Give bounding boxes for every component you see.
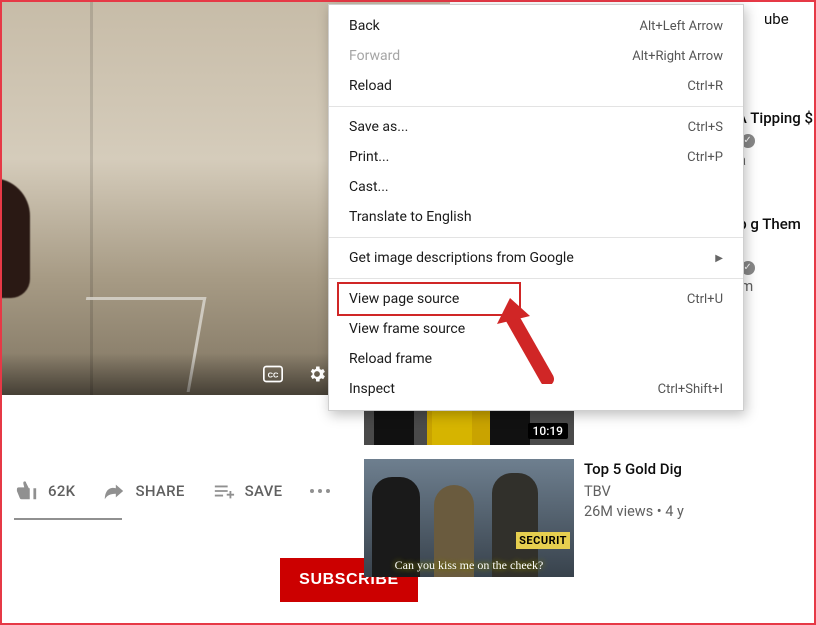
context-menu-label: Reload frame	[349, 351, 432, 367]
dislike-button[interactable]: 62K	[16, 480, 75, 502]
context-menu-label: Translate to English	[349, 209, 472, 225]
context-menu-label: View page source	[349, 291, 459, 307]
video-duration: 10:19	[528, 423, 568, 439]
context-menu-label: Print...	[349, 149, 389, 165]
context-menu-shortcut: Alt+Right Arrow	[632, 49, 723, 64]
security-tag: SECURIT	[516, 532, 570, 549]
context-menu-shortcut: Ctrl+S	[688, 120, 723, 135]
context-menu-shortcut: Ctrl+P	[687, 150, 723, 165]
save-button[interactable]: SAVE	[213, 480, 283, 502]
share-label: SHARE	[135, 482, 184, 500]
recommendation-stats: 26M views • 4 y	[584, 502, 814, 522]
context-menu-shortcut: Ctrl+R	[687, 79, 723, 94]
context-menu-item[interactable]: Cast...	[329, 172, 743, 202]
recommendation-channel: TBV	[584, 482, 611, 502]
engagement-underline	[14, 518, 122, 520]
context-menu-label: Cast...	[349, 179, 389, 195]
context-menu-item[interactable]: Reload Ctrl+R	[329, 71, 743, 101]
context-menu-label: Forward	[349, 48, 400, 64]
context-menu-item[interactable]: View page source Ctrl+U	[329, 284, 743, 314]
context-menu-item[interactable]: Back Alt+Left Arrow	[329, 11, 743, 41]
context-menu-label: View frame source	[349, 321, 465, 337]
context-menu-separator	[329, 106, 743, 107]
context-menu-item[interactable]: Reload frame	[329, 344, 743, 374]
browser-context-menu: Back Alt+Left Arrow Forward Alt+Right Arrow…	[328, 4, 744, 411]
context-menu-item[interactable]: View frame source	[329, 314, 743, 344]
cc-icon[interactable]: CC	[262, 364, 284, 384]
partial-text: ube	[764, 10, 789, 28]
context-menu-item[interactable]: Print... Ctrl+P	[329, 142, 743, 172]
video-still-detail	[2, 178, 30, 298]
context-menu-label: Get image descriptions from Google	[349, 250, 574, 266]
context-menu-shortcut: Alt+Left Arrow	[639, 19, 723, 34]
context-menu-separator	[329, 278, 743, 279]
recommendation-meta: Top 5 Gold Dig TBV 26M views • 4 y	[584, 459, 814, 577]
recommendation-thumb[interactable]: SECURIT Can you kiss me on the cheek?	[364, 459, 574, 577]
share-button[interactable]: SHARE	[103, 480, 184, 502]
context-menu-shortcut: Ctrl+Shift+I	[658, 382, 723, 397]
save-label: SAVE	[245, 482, 283, 500]
context-menu-item[interactable]: Inspect Ctrl+Shift+I	[329, 374, 743, 404]
context-menu-label: Save as...	[349, 119, 408, 135]
context-menu-label: Inspect	[349, 381, 395, 397]
context-menu-item[interactable]: Translate to English	[329, 202, 743, 232]
dislike-count: 62K	[48, 482, 75, 500]
context-menu-separator	[329, 237, 743, 238]
submenu-arrow-icon: ▶	[715, 253, 723, 264]
more-actions-button[interactable]	[310, 489, 330, 493]
context-menu-shortcut: Ctrl+U	[687, 292, 723, 307]
context-menu-item[interactable]: Get image descriptions from Google ▶	[329, 243, 743, 273]
context-menu-item[interactable]: Save as... Ctrl+S	[329, 112, 743, 142]
context-menu-label: Back	[349, 18, 380, 34]
gear-icon[interactable]	[306, 364, 328, 384]
recommendation-title: Top 5 Gold Dig	[584, 459, 814, 479]
svg-text:CC: CC	[268, 370, 279, 379]
thumb-caption: Can you kiss me on the cheek?	[364, 558, 574, 573]
recommendation-item[interactable]: SECURIT Can you kiss me on the cheek? To…	[358, 459, 814, 577]
context-menu-item: Forward Alt+Right Arrow	[329, 41, 743, 71]
context-menu-label: Reload	[349, 78, 392, 94]
